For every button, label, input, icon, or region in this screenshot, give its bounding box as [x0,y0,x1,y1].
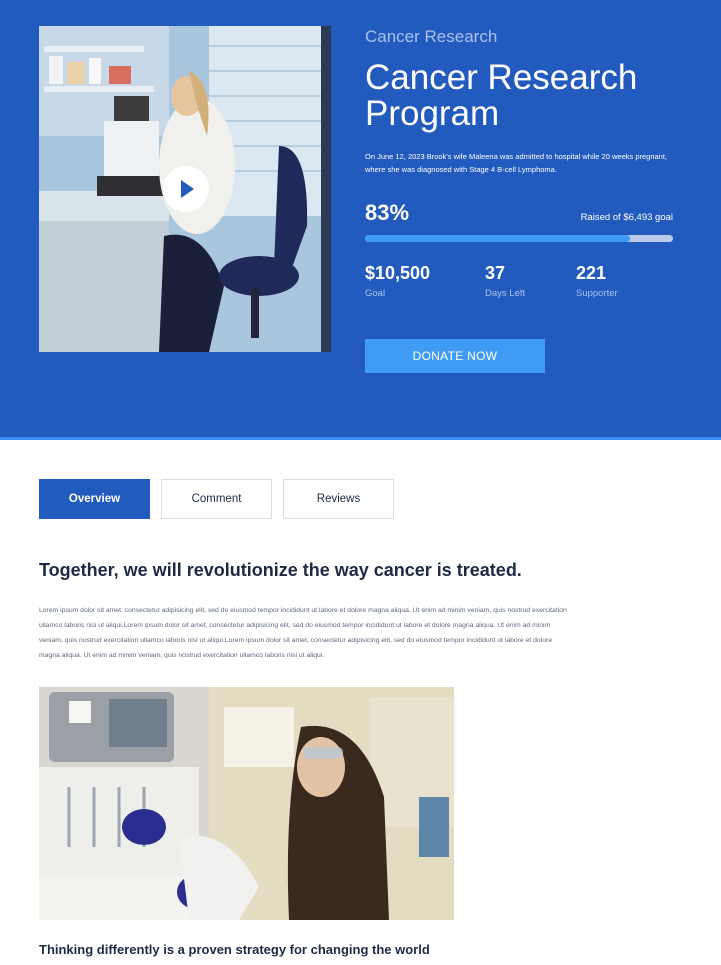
video-thumbnail[interactable] [39,26,331,352]
overview-paragraph: Lorem ipsum dolor sit amet, consectetur … [39,607,567,659]
tab-comment[interactable]: Comment [161,479,272,519]
lab-photo [39,687,454,920]
stat-days-left-value: 37 [485,263,506,283]
campaign-title: Cancer Research Program [365,58,638,133]
progress-bar [365,235,673,242]
tab-reviews[interactable]: Reviews [283,479,394,519]
lab-equipment-image [39,687,454,920]
hero-banner: Cancer Research Cancer Research Program … [0,0,721,440]
campaign-description: On June 12, 2023 Brook's wife Maleena wa… [365,152,668,174]
progress-percent: 83% [365,200,410,225]
donate-now-button[interactable]: DONATE NOW [365,339,545,373]
category-label: Cancer Research [365,27,498,46]
stat-days-left-label: Days Left [485,288,526,299]
play-icon [181,180,194,198]
stat-supporter-value: 221 [576,263,607,283]
raised-text: Raised of $6,493 goal [580,212,673,223]
overview-heading: Together, we will revolutionize the way … [39,560,522,580]
stat-goal-label: Goal [365,288,386,299]
strategy-heading: Thinking differently is a proven strateg… [39,942,430,957]
stat-goal-value: $10,500 [365,263,431,283]
stat-supporter-label: Supporter [576,288,618,299]
stat-supporter: 221 Supporter [576,263,618,299]
stat-days-left: 37 Days Left [485,263,525,299]
stat-goal: $10,500 Goal [365,263,430,299]
play-button[interactable] [163,166,209,212]
progress-bar-fill [365,235,630,242]
tab-overview[interactable]: Overview [39,479,150,519]
